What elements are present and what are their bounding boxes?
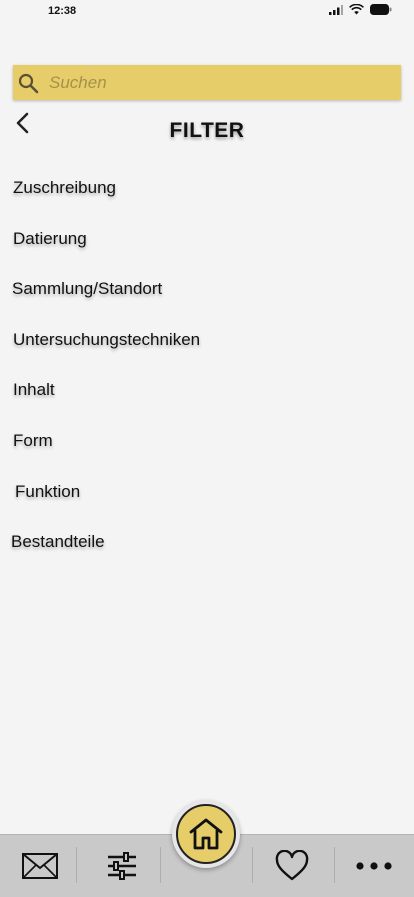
filter-item-datierung[interactable]: Datierung — [13, 229, 87, 249]
status-icons — [329, 4, 392, 15]
page-title: FILTER — [169, 119, 245, 142]
home-icon — [189, 818, 223, 850]
home-button[interactable] — [172, 800, 240, 868]
filter-item-inhalt[interactable]: Inhalt — [13, 380, 55, 400]
battery-icon — [370, 4, 392, 15]
status-time: 12:38 — [48, 5, 77, 17]
tab-separator — [160, 847, 161, 883]
tab-messages[interactable] — [10, 847, 70, 885]
filter-item-bestandteile[interactable]: Bestandteile — [11, 532, 105, 552]
status-bar: 12:38 — [0, 0, 414, 26]
filter-item-zuschreibung[interactable]: Zuschreibung — [13, 178, 116, 198]
tab-favorites[interactable] — [262, 847, 322, 885]
filter-item-untersuchungstechniken[interactable]: Untersuchungstechniken — [13, 330, 200, 350]
filter-item-funktion[interactable]: Funktion — [15, 482, 80, 502]
more-icon — [356, 862, 392, 870]
tab-separator — [252, 847, 253, 883]
tab-more[interactable] — [344, 847, 404, 885]
heart-icon — [275, 850, 309, 881]
tab-filter[interactable] — [92, 847, 152, 885]
filter-item-form[interactable]: Form — [13, 431, 53, 451]
sliders-icon — [108, 852, 136, 880]
filter-item-sammlung-standort[interactable]: Sammlung/Standort — [12, 279, 162, 299]
tab-separator — [334, 847, 335, 883]
tab-separator — [76, 847, 77, 883]
wifi-icon — [349, 4, 364, 15]
search-bar[interactable] — [13, 65, 401, 100]
search-input[interactable] — [47, 71, 371, 94]
home-button-inner — [176, 804, 236, 864]
mail-icon — [22, 853, 58, 879]
signal-icon — [329, 4, 343, 15]
search-icon — [18, 73, 39, 93]
